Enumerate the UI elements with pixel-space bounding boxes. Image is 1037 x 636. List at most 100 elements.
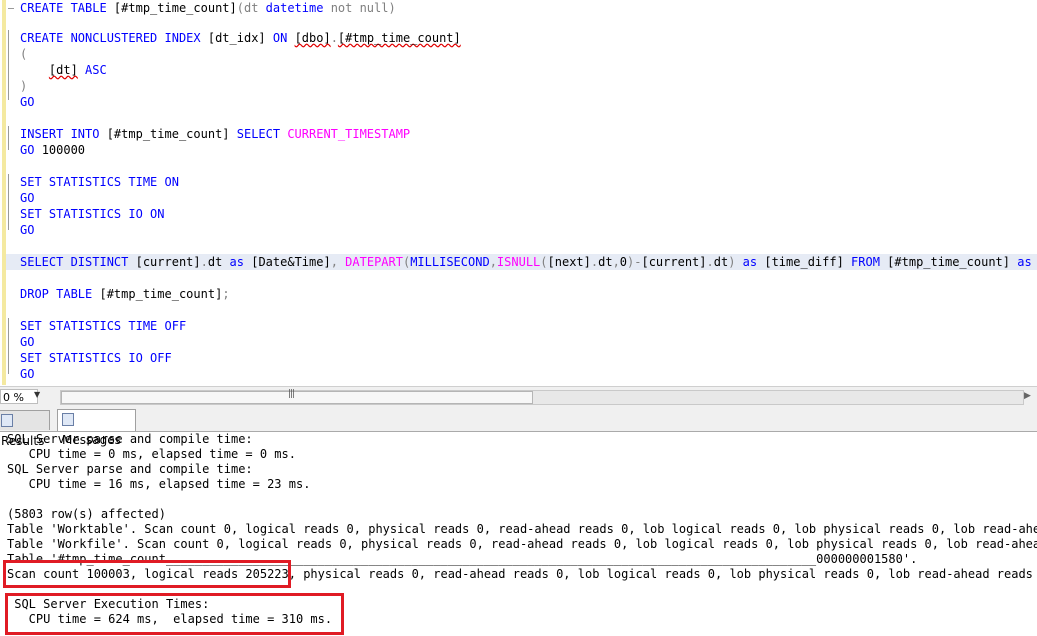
chevron-down-icon[interactable]: ▼ <box>34 390 40 399</box>
code-line: [dt] ASC <box>20 62 107 78</box>
message-line: CPU time = 16 ms, elapsed time = 23 ms. <box>7 477 311 491</box>
code-line: DROP TABLE [#tmp_time_count]; <box>20 286 230 302</box>
code-token: ON <box>272 31 295 45</box>
tab-results[interactable]: Results <box>0 410 50 448</box>
code-token: )- <box>627 255 642 269</box>
code-token: [dt] <box>48 63 78 77</box>
code-token: (dt <box>236 1 266 15</box>
code-line: CREATE TABLE [#tmp_time_count](dt dateti… <box>20 0 396 16</box>
code-token: SELECT <box>236 127 288 141</box>
message-line: Table 'Workfile'. Scan count 0, logical … <box>7 537 1037 551</box>
code-token: GO <box>20 143 42 157</box>
outline-collapse-guide <box>8 318 9 374</box>
code-token: [Date&Time] <box>251 255 331 269</box>
code-token: CREATE NONCLUSTERED INDEX <box>20 31 208 45</box>
code-token: SET STATISTICS TIME ON <box>20 175 179 189</box>
code-line: SET STATISTICS TIME OFF <box>20 318 186 334</box>
code-token: . <box>706 255 714 269</box>
editor-status-bar: 0 % ▼ ||| ▶ <box>0 386 1037 408</box>
code-token: . <box>330 31 338 45</box>
query-editor[interactable]: CREATE TABLE [#tmp_time_count](dt dateti… <box>0 0 1037 385</box>
scrollbar-thumb[interactable]: ||| <box>61 389 533 404</box>
messages-pane[interactable]: SQL Server parse and compile time: CPU t… <box>0 432 1037 636</box>
code-token: datetime <box>265 1 331 15</box>
highlight-box-io <box>3 560 291 588</box>
code-line: SET STATISTICS IO ON <box>20 206 165 222</box>
code-token: SET STATISTICS IO OFF <box>20 351 172 365</box>
code-token: GO <box>20 223 35 237</box>
code-token: [time_diff] <box>764 255 852 269</box>
message-line: SQL Server parse and compile time: <box>7 462 260 476</box>
code-token: DROP TABLE <box>20 287 100 301</box>
code-token: GO <box>20 335 35 349</box>
outline-collapse-guide <box>8 30 9 100</box>
code-token: , <box>612 255 620 269</box>
code-token: ) <box>20 79 28 93</box>
code-line: GO <box>20 94 34 110</box>
code-line: GO <box>20 366 34 382</box>
code-token: not null <box>330 1 389 15</box>
code-token: [#tmp_time_count] <box>113 1 237 15</box>
code-line: GO 100000 <box>20 142 85 158</box>
highlight-box-time <box>5 593 344 635</box>
message-line: CPU time = 0 ms, elapsed time = 0 ms. <box>7 447 296 461</box>
code-token: as <box>1017 255 1037 269</box>
code-token: , <box>489 255 497 269</box>
code-line: GO <box>20 334 34 350</box>
code-token: . <box>200 255 208 269</box>
code-token: MILLISECOND <box>410 255 490 269</box>
code-line: ( <box>20 46 27 62</box>
outline-collapse-guide <box>8 126 9 150</box>
code-token: [current] <box>135 255 201 269</box>
code-token: DATEPART <box>345 255 403 269</box>
code-token: [#tmp_time_count] <box>887 255 1018 269</box>
code-token: [next] <box>547 255 591 269</box>
code-token: [dbo] <box>294 31 331 45</box>
code-token: CREATE TABLE <box>20 1 114 15</box>
code-token: ; <box>222 287 230 301</box>
outline-collapse-guide <box>8 174 9 230</box>
code-line: SET STATISTICS TIME ON <box>20 174 179 190</box>
code-token: SET STATISTICS TIME OFF <box>20 319 187 333</box>
code-token: INSERT INTO <box>20 127 107 141</box>
tab-messages[interactable]: Messages <box>57 409 136 447</box>
code-token: , <box>330 255 346 269</box>
code-token: GO <box>20 367 35 381</box>
message-line: Table 'Worktable'. Scan count 0, logical… <box>7 522 1037 536</box>
scrollbar-grip: ||| <box>288 389 295 399</box>
code-line: SELECT DISTINCT [current].dt as [Date&Ti… <box>6 254 1037 270</box>
zoom-value: 0 % <box>3 391 24 404</box>
code-token: SELECT DISTINCT <box>20 255 136 269</box>
code-token: [#tmp_time_count] <box>99 287 223 301</box>
code-token: [dt_idx] <box>207 31 273 45</box>
code-line: SET STATISTICS IO OFF <box>20 350 172 366</box>
code-token: ( <box>540 255 548 269</box>
code-token: [#tmp_time_count] <box>106 127 237 141</box>
code-token: as <box>229 255 252 269</box>
code-token: GO <box>20 95 35 109</box>
message-line: (5803 row(s) affected) <box>7 507 166 521</box>
code-line: ) <box>20 78 27 94</box>
horizontal-scrollbar[interactable]: ||| <box>60 389 1024 405</box>
outline-marker <box>8 8 14 9</box>
code-line: GO <box>20 190 34 206</box>
code-token: GO <box>20 191 35 205</box>
code-line: CREATE NONCLUSTERED INDEX [dt_idx] ON [d… <box>20 30 461 46</box>
code-token: ISNULL <box>496 255 541 269</box>
change-tracking-bar <box>2 0 6 385</box>
code-token: ASC <box>77 63 107 77</box>
zoom-dropdown[interactable]: 0 % <box>0 389 38 404</box>
code-token: SET STATISTICS IO ON <box>20 207 165 221</box>
code-token: as <box>742 255 765 269</box>
code-token: 100000 <box>41 143 86 157</box>
scroll-right-arrow-icon[interactable]: ▶ <box>1024 391 1031 401</box>
code-token: ) <box>728 255 743 269</box>
code-token: ) <box>388 1 396 15</box>
grid-icon <box>1 414 13 427</box>
code-token: CURRENT_TIMESTAMP <box>287 127 411 141</box>
code-token: ( <box>20 47 28 61</box>
code-line: GO <box>20 222 34 238</box>
code-token: [current] <box>641 255 707 269</box>
code-token: dt <box>207 255 230 269</box>
